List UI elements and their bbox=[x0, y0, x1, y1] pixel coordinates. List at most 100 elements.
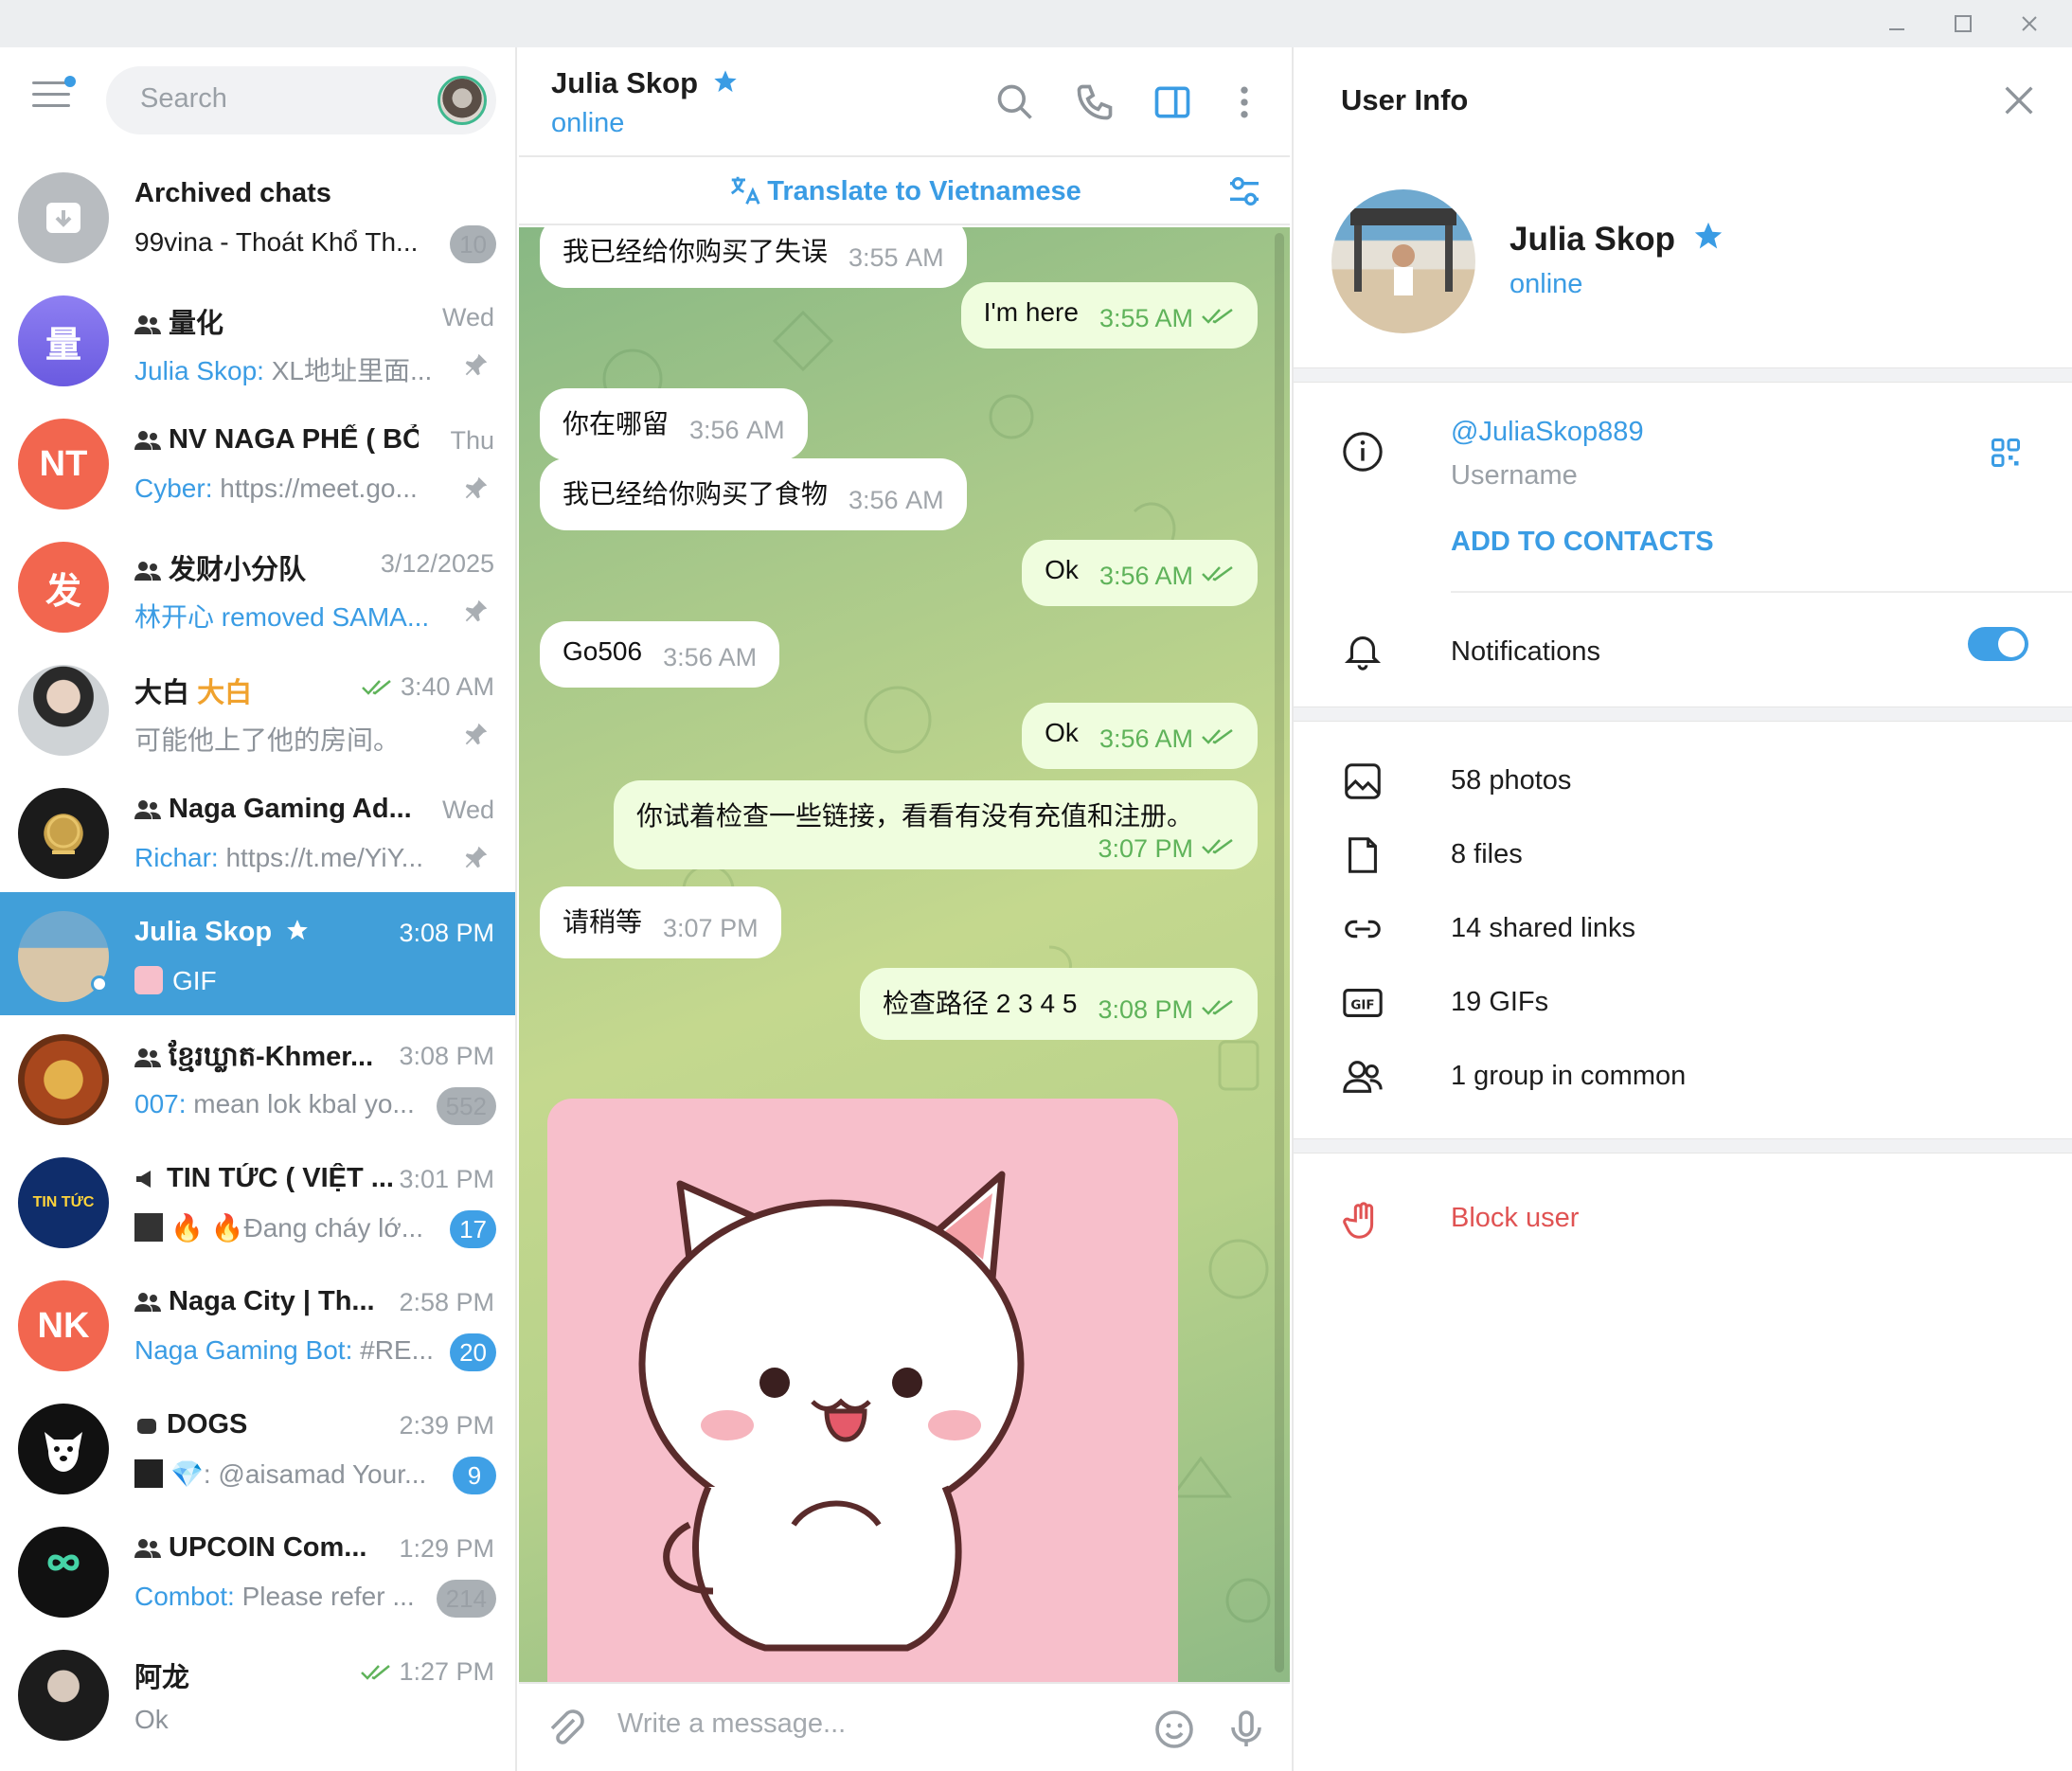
video-thumbnail bbox=[134, 1213, 163, 1242]
message-bubble[interactable]: 我已经给你购买了食物 3:56 AM bbox=[540, 458, 967, 530]
chat-item[interactable]: NK Naga City | Th... 2:58 PM Naga Gaming… bbox=[0, 1261, 515, 1385]
chat-title-wrap: Naga Gaming Ad... bbox=[134, 794, 412, 825]
chat-time-wrap: 1:27 PM bbox=[360, 1657, 494, 1687]
chat-preview: GIF bbox=[134, 966, 217, 996]
close-icon bbox=[2022, 16, 2037, 31]
chat-item-active[interactable]: Julia Skop 3:08 PM GIF bbox=[0, 892, 515, 1015]
attach-icon[interactable] bbox=[542, 1707, 587, 1752]
cat-sticker-gif[interactable] bbox=[547, 1099, 1178, 1682]
translate-bar[interactable]: Translate to Vietnamese bbox=[519, 157, 1290, 225]
chat-item[interactable]: NT NV NAGA PHẾ ( BỎ... Thu Cyber: https:… bbox=[0, 400, 515, 523]
chat-title-wrap: DOGS bbox=[134, 1409, 247, 1440]
group-icon bbox=[134, 800, 161, 819]
unread-badge: 552 bbox=[436, 1087, 496, 1125]
maximize-button[interactable] bbox=[1930, 0, 1996, 47]
message-bubble[interactable]: 我已经给你购买了失误 3:55 AM bbox=[540, 227, 967, 288]
message-bubble[interactable]: I'm here 3:55 AM bbox=[960, 282, 1258, 349]
profile-avatar[interactable] bbox=[1331, 189, 1475, 333]
chat-sender: 007: bbox=[134, 1089, 187, 1118]
chat-title-wrap: 量化 bbox=[134, 301, 223, 341]
chat-item[interactable]: TIN TỨC TIN TỨC ( VIỆT ... 3:01 PM 🔥 🔥Đa… bbox=[0, 1138, 515, 1261]
media-links[interactable]: 14 shared links bbox=[1451, 913, 1635, 944]
chat-title-wrap: ខ្មែរឃ្លាត-Khmer... bbox=[134, 1040, 373, 1080]
translate-label-wrap[interactable]: Translate to Vietnamese bbox=[519, 172, 1290, 208]
message-time: 3:55 AM bbox=[1099, 304, 1193, 332]
chat-sender: Julia Skop: bbox=[134, 356, 264, 385]
chat-title: 发财小分队 bbox=[169, 555, 307, 585]
unread-badge: 9 bbox=[453, 1457, 496, 1494]
archived-chats-item[interactable]: Archived chats 99vina - Thoát Khổ Th... … bbox=[0, 153, 515, 277]
search-icon[interactable] bbox=[994, 81, 1036, 123]
story-avatar[interactable] bbox=[438, 76, 487, 125]
message-history[interactable]: 我已经给你购买了失误 3:55 AM I'm here 3:55 AM 你在哪留 3:… bbox=[519, 227, 1290, 1682]
chat-item[interactable]: 大白 大白 3:40 AM 可能他上了他的房间。 bbox=[0, 646, 515, 769]
sidebar-toggle-icon[interactable] bbox=[1152, 81, 1193, 123]
username-link[interactable]: @JuliaSkop889 bbox=[1451, 417, 1644, 448]
add-to-contacts-button[interactable]: ADD TO CONTACTS bbox=[1451, 527, 1714, 558]
block-user-button[interactable]: Block user bbox=[1451, 1203, 1579, 1234]
peer-name-wrap[interactable]: Julia Skop bbox=[551, 66, 739, 100]
qr-code-icon[interactable] bbox=[1989, 436, 2023, 470]
chat-preview: 可能他上了他的房间。 bbox=[134, 725, 401, 755]
minimize-button[interactable] bbox=[1864, 0, 1930, 47]
groups-in-common[interactable]: 1 group in common bbox=[1451, 1061, 1686, 1092]
infinity-icon bbox=[47, 1554, 80, 1571]
phone-icon[interactable] bbox=[1074, 81, 1116, 123]
chat-item[interactable]: UPCOIN Com... 1:29 PM Combot: Please ref… bbox=[0, 1508, 515, 1631]
close-window-button[interactable] bbox=[1996, 0, 2063, 47]
chat-item[interactable]: 量 量化 Wed Julia Skop: XL地址里面... bbox=[0, 277, 515, 400]
chat-message: https://t.me/YiY... bbox=[218, 843, 424, 872]
chat-title-wrap: TIN TỨC ( VIỆT ... bbox=[134, 1163, 394, 1194]
translate-settings-icon[interactable] bbox=[1225, 172, 1263, 210]
message-text: 你试着检查一些链接，看看有没有充值和注册。 bbox=[636, 801, 1194, 831]
chat-item[interactable]: DOGS 2:39 PM 💎: @aisamad Your... 9 bbox=[0, 1385, 515, 1508]
message-text: 检查路径 2 3 4 5 bbox=[883, 989, 1078, 1018]
message-bubble[interactable]: 你试着检查一些链接，看看有没有充值和注册。 3:07 PM bbox=[614, 780, 1258, 869]
chat-title-wrap: UPCOIN Com... bbox=[134, 1532, 366, 1564]
message-bubble[interactable]: 检查路径 2 3 4 5 3:08 PM bbox=[860, 968, 1258, 1040]
double-check-icon bbox=[1202, 308, 1233, 324]
media-photos[interactable]: 58 photos bbox=[1451, 765, 1571, 796]
chat-time: 3:40 AM bbox=[400, 672, 494, 701]
chat-title: 阿龙 bbox=[134, 1663, 190, 1693]
media-files[interactable]: 8 files bbox=[1451, 839, 1523, 870]
notifications-toggle[interactable] bbox=[1968, 627, 2028, 661]
chat-item[interactable]: ខ្មែរឃ្លាត-Khmer... 3:08 PM 007: mean lo… bbox=[0, 1015, 515, 1138]
group-icon bbox=[134, 562, 161, 581]
chat-item[interactable]: Naga Gaming Ad... Wed Richar: https://t.… bbox=[0, 769, 515, 892]
search-box[interactable] bbox=[106, 66, 496, 134]
avatar bbox=[18, 1650, 109, 1741]
message-bubble[interactable]: Ok 3:56 AM bbox=[1022, 703, 1258, 769]
scrollbar[interactable] bbox=[1275, 233, 1284, 1673]
double-check-icon bbox=[1202, 565, 1233, 581]
chat-item[interactable]: 发 发财小分队 3/12/2025 林开心 removed SAMA... bbox=[0, 523, 515, 646]
minimize-icon bbox=[1889, 28, 1904, 30]
message-time: 3:56 AM bbox=[689, 416, 785, 444]
more-vertical-icon[interactable] bbox=[1224, 81, 1265, 123]
chat-item[interactable]: 阿龙 1:27 PM Ok bbox=[0, 1631, 515, 1754]
message-bubble[interactable]: Go506 3:56 AM bbox=[540, 621, 780, 688]
search-input[interactable] bbox=[140, 83, 424, 115]
message-bubble[interactable]: 请稍等 3:07 PM bbox=[540, 886, 781, 958]
group-icon bbox=[1343, 1061, 1383, 1093]
megaphone-icon bbox=[136, 1171, 151, 1188]
avatar: NK bbox=[18, 1280, 109, 1371]
message-input[interactable] bbox=[617, 1708, 1091, 1740]
message-bubble[interactable]: Ok 3:56 AM bbox=[1022, 540, 1258, 606]
chat-message: GIF bbox=[172, 966, 217, 995]
media-gifs[interactable]: 19 GIFs bbox=[1451, 987, 1548, 1018]
profile-name-wrap: Julia Skop bbox=[1509, 220, 1724, 259]
hamburger-line bbox=[32, 104, 70, 107]
microphone-icon[interactable] bbox=[1224, 1707, 1269, 1752]
bell-icon bbox=[1344, 636, 1382, 671]
gif-thumbnail bbox=[134, 966, 163, 994]
chat-time: 3/12/2025 bbox=[380, 549, 494, 578]
chat-sender: Naga Gaming Bot: bbox=[134, 1335, 353, 1365]
chat-preview: Cyber: https://meet.go... bbox=[134, 474, 418, 504]
chat-time: Thu bbox=[450, 426, 494, 455]
emoji-icon[interactable] bbox=[1152, 1707, 1197, 1752]
message-bubble[interactable]: 你在哪留 3:56 AM bbox=[540, 388, 808, 460]
close-icon[interactable] bbox=[2000, 81, 2038, 119]
menu-button[interactable] bbox=[32, 76, 76, 114]
message-text: 请稍等 bbox=[563, 907, 643, 937]
